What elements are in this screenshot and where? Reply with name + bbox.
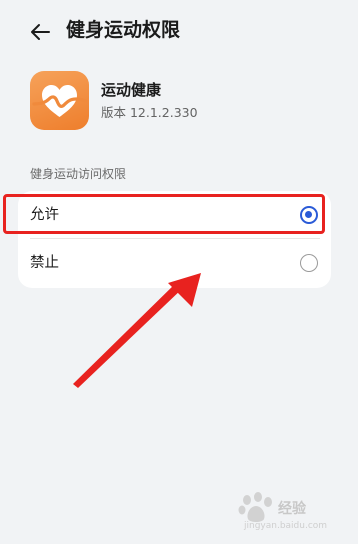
app-name: 运动健康 — [101, 81, 162, 99]
app-version: 版本 12.1.2.330 — [101, 105, 198, 120]
watermark-url: jingyan.baidu.com — [244, 521, 328, 531]
baidu-paw-icon — [238, 492, 272, 522]
permission-options-card: 允许 禁止 — [18, 191, 331, 288]
option-deny[interactable]: 禁止 — [18, 239, 331, 287]
heart-pulse-icon — [32, 85, 88, 117]
watermark: 经验 jingyan.baidu.com — [236, 488, 346, 534]
option-allow[interactable]: 允许 — [18, 191, 331, 239]
radio-allow-selected[interactable] — [300, 206, 318, 224]
option-deny-label: 禁止 — [30, 255, 59, 271]
back-arrow-icon — [31, 24, 50, 40]
option-allow-label: 允许 — [30, 207, 59, 223]
title-bar: 健身运动权限 — [0, 0, 358, 62]
app-icon — [30, 71, 89, 130]
page-title: 健身运动权限 — [66, 19, 181, 41]
back-button[interactable] — [26, 18, 54, 46]
section-label: 健身运动访问权限 — [30, 167, 127, 181]
radio-deny[interactable] — [300, 254, 318, 272]
watermark-brand: 经验 — [278, 501, 306, 517]
